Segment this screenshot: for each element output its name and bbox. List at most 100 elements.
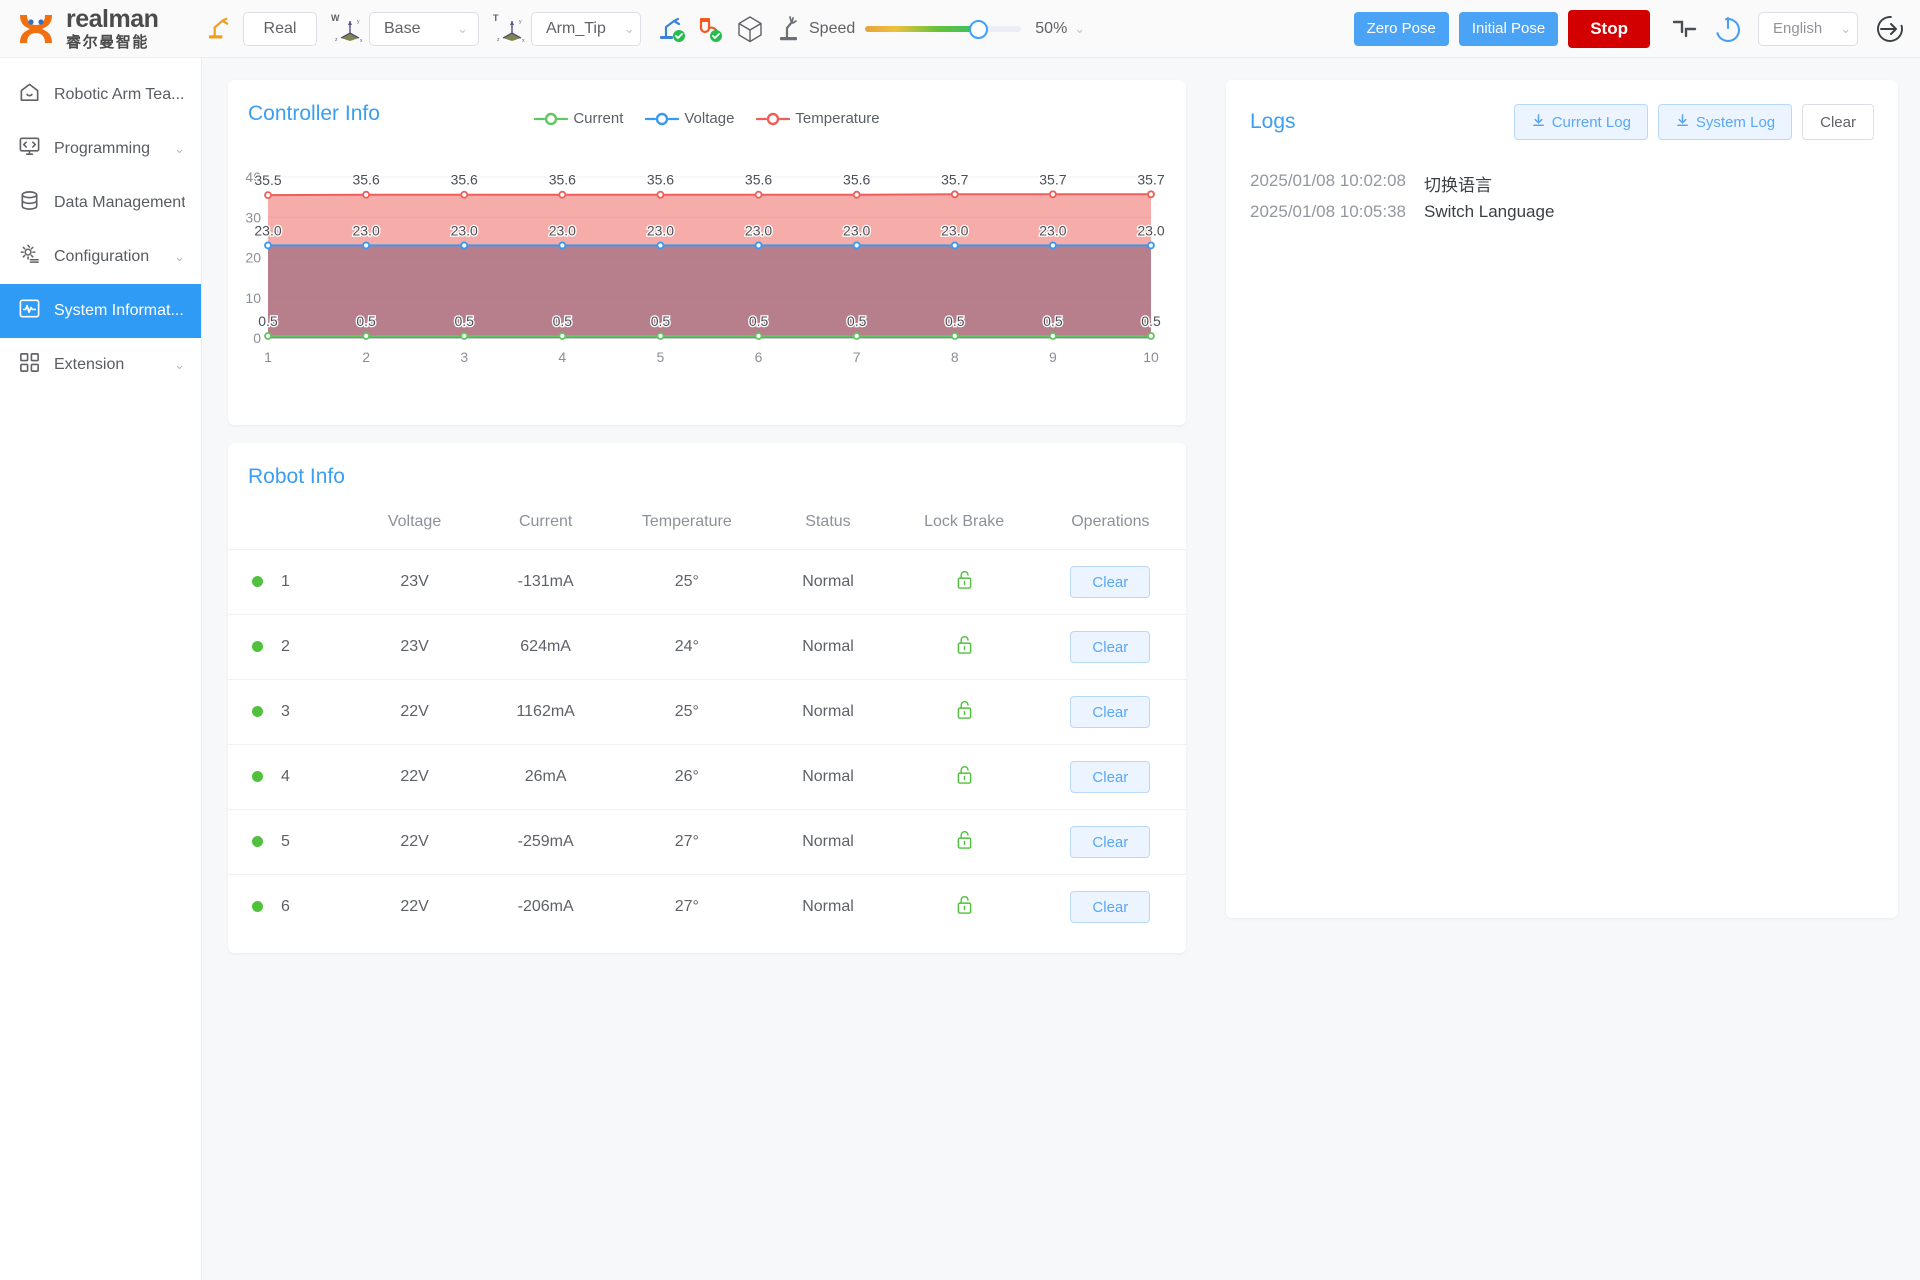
controller-info-chart: 01020304035.535.635.635.635.635.635.635.… [228, 149, 1186, 374]
data-point[interactable] [657, 333, 663, 339]
cell-current: -131mA [480, 550, 611, 615]
speed-slider-knob[interactable] [969, 20, 988, 39]
cell-lock-brake[interactable] [894, 875, 1035, 940]
cell-lock-brake[interactable] [894, 615, 1035, 680]
language-select[interactable]: English ⌄ [1758, 12, 1858, 46]
clear-row-button[interactable]: Clear [1070, 696, 1150, 728]
clear-row-button[interactable]: Clear [1070, 631, 1150, 663]
cable-connected-icon[interactable] [695, 14, 725, 44]
status-dot [252, 641, 263, 652]
sidebar: Robotic Arm Tea... Programming ⌄ [0, 58, 202, 1280]
data-point[interactable] [1050, 242, 1056, 248]
clear-row-button[interactable]: Clear [1070, 826, 1150, 858]
robot-arm-teach-icon[interactable] [206, 15, 233, 42]
data-point[interactable] [265, 192, 271, 198]
cell-lock-brake[interactable] [894, 550, 1035, 615]
sidebar-item-extension[interactable]: Extension ⌄ [0, 338, 201, 392]
frame-select-value: Base [384, 20, 420, 38]
legend-item-temperature[interactable]: Temperature [756, 110, 879, 127]
data-point[interactable] [1050, 191, 1056, 197]
data-point[interactable] [1148, 333, 1154, 339]
collision-detect-icon[interactable] [775, 14, 805, 44]
data-point[interactable] [657, 242, 663, 248]
download-current-log-button[interactable]: Current Log [1514, 104, 1648, 140]
unlocked-icon[interactable] [956, 902, 973, 919]
data-point[interactable] [952, 242, 958, 248]
speed-slider[interactable] [865, 26, 985, 32]
data-point[interactable] [265, 242, 271, 248]
workspace-cube-icon[interactable] [735, 14, 765, 44]
data-point[interactable] [756, 242, 762, 248]
mode-button[interactable]: Real [243, 12, 317, 46]
tool-tip-select[interactable]: Arm_Tip ⌄ [531, 12, 641, 46]
data-point[interactable] [952, 333, 958, 339]
table-row: 422V26mA26°NormalClear [228, 745, 1186, 810]
data-point[interactable] [756, 192, 762, 198]
data-point[interactable] [559, 192, 565, 198]
data-point[interactable] [559, 333, 565, 339]
sidebar-item-programming[interactable]: Programming ⌄ [0, 122, 201, 176]
table-body: 123V-131mA25°NormalClear223V624mA24°Norm… [228, 550, 1186, 940]
data-point[interactable] [363, 242, 369, 248]
unlocked-icon[interactable] [956, 577, 973, 594]
unlocked-icon[interactable] [956, 837, 973, 854]
cell-temperature: 25° [611, 680, 762, 745]
cell-lock-brake[interactable] [894, 745, 1035, 810]
unlocked-icon[interactable] [956, 772, 973, 789]
logout-icon[interactable] [1874, 13, 1906, 45]
joint-index: 5 [281, 833, 290, 850]
cell-lock-brake[interactable] [894, 680, 1035, 745]
data-point[interactable] [854, 192, 860, 198]
x-axis-tick: 7 [853, 349, 861, 365]
data-point[interactable] [756, 333, 762, 339]
data-point[interactable] [854, 333, 860, 339]
cell-lock-brake[interactable] [894, 810, 1035, 875]
cell-voltage: 22V [349, 680, 480, 745]
power-icon[interactable] [1712, 13, 1744, 45]
unlocked-icon[interactable] [956, 642, 973, 659]
data-point[interactable] [461, 242, 467, 248]
stop-button[interactable]: Stop [1568, 10, 1650, 48]
clear-logs-button[interactable]: Clear [1802, 104, 1874, 140]
data-point[interactable] [559, 242, 565, 248]
log-entry: 2025/01/08 10:05:38Switch Language [1250, 199, 1874, 225]
sidebar-item-system-information[interactable]: System Informat... [0, 284, 201, 338]
data-point[interactable] [265, 333, 271, 339]
data-point[interactable] [952, 191, 958, 197]
data-point[interactable] [1050, 333, 1056, 339]
data-point[interactable] [461, 192, 467, 198]
x-axis-tick: 10 [1143, 349, 1159, 365]
data-point[interactable] [1148, 242, 1154, 248]
clear-row-button[interactable]: Clear [1070, 891, 1150, 923]
brand-text: realman 睿尔曼智能 [66, 7, 158, 50]
unlocked-icon[interactable] [956, 707, 973, 724]
log-entry: 2025/01/08 10:02:08切换语言 [1250, 168, 1874, 199]
clear-row-button[interactable]: Clear [1070, 566, 1150, 598]
data-point[interactable] [1148, 191, 1154, 197]
data-point[interactable] [363, 192, 369, 198]
zero-pose-button[interactable]: Zero Pose [1354, 12, 1449, 46]
download-icon [1531, 113, 1546, 132]
clear-row-button[interactable]: Clear [1070, 761, 1150, 793]
column-header-voltage: Voltage [349, 503, 480, 550]
resume-icon[interactable] [1670, 16, 1700, 42]
speed-value-select[interactable]: 50% ⌄ [1035, 20, 1085, 38]
data-point[interactable] [363, 333, 369, 339]
sidebar-item-data-management[interactable]: Data Management [0, 176, 201, 230]
data-point[interactable] [854, 242, 860, 248]
legend-item-current[interactable]: Current [534, 110, 623, 127]
sidebar-item-configuration[interactable]: Configuration ⌄ [0, 230, 201, 284]
initial-pose-button[interactable]: Initial Pose [1459, 12, 1558, 46]
data-point[interactable] [657, 192, 663, 198]
data-point[interactable] [461, 333, 467, 339]
log-message: Switch Language [1424, 202, 1554, 222]
frame-select[interactable]: Base ⌄ [369, 12, 479, 46]
cell-index: 1 [228, 550, 349, 615]
download-system-log-button[interactable]: System Log [1658, 104, 1792, 140]
sidebar-item-robotic-arm-teaching[interactable]: Robotic Arm Tea... [0, 68, 201, 122]
column-header-current: Current [480, 503, 611, 550]
data-label: 0.5 [553, 313, 573, 329]
data-label: 0.5 [454, 313, 474, 329]
robot-connected-icon[interactable] [657, 14, 687, 44]
legend-item-voltage[interactable]: Voltage [645, 110, 734, 127]
